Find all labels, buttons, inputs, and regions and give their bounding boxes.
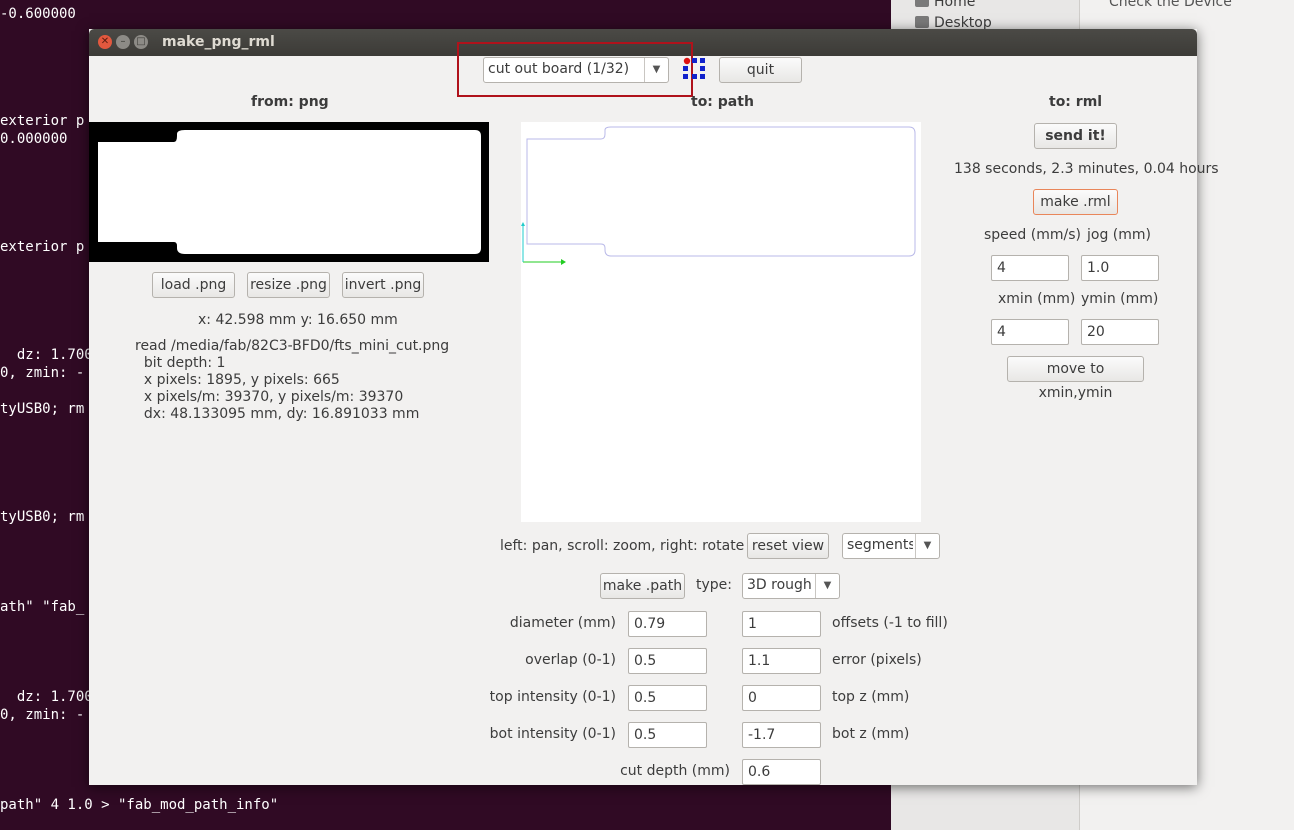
time-estimate: 138 seconds, 2.3 minutes, 0.04 hours — [954, 161, 1219, 177]
app-window: ✕ – □ make_png_rml cut out board (1/32) … — [89, 29, 1219, 785]
png-image — [98, 130, 481, 254]
bot-intensity-label: bot intensity (0-1) — [489, 726, 616, 742]
board-outline — [526, 126, 916, 257]
diameter-label: diameter (mm) — [509, 615, 616, 631]
maximize-icon[interactable]: □ — [134, 35, 148, 49]
chevron-down-icon: ▼ — [815, 574, 839, 598]
chevron-down-icon: ▼ — [644, 58, 668, 82]
terminal-line: 0, zmin: - — [0, 707, 85, 723]
path-type-value: 3D rough — [747, 577, 812, 593]
ymin-label: ymin (mm) — [1081, 291, 1159, 307]
top-z-label: top z (mm) — [832, 689, 910, 705]
jog-input[interactable]: 1.0 — [1081, 255, 1159, 281]
cut-depth-label: cut depth (mm) — [620, 763, 730, 779]
cut-depth-input[interactable]: 0.6 — [742, 759, 821, 785]
toolpath-drawing — [521, 126, 916, 265]
top-intensity-input[interactable]: 0.5 — [628, 685, 707, 711]
terminal-line: tyUSB0; rm — [0, 401, 85, 417]
overlap-label: overlap (0-1) — [525, 652, 616, 668]
terminal-line: path" 4 1.0 > "fab_mod_path_info" — [0, 797, 279, 813]
terminal-line: dz: 1.700 — [0, 689, 93, 705]
bot-intensity-input[interactable]: 0.5 — [628, 722, 707, 748]
window-title: make_png_rml — [162, 34, 275, 50]
png-info-line: x pixels/m: 39370, y pixels/m: 39370 — [135, 389, 404, 405]
png-info-line: read /media/fab/82C3-BFD0/fts_mini_cut.p… — [135, 338, 450, 354]
png-preview — [89, 122, 489, 262]
bot-z-label: bot z (mm) — [832, 726, 910, 742]
invert-png-button[interactable]: invert .png — [342, 272, 424, 298]
process-select-value: cut out board (1/32) — [488, 61, 630, 77]
sidebar-item-home[interactable]: Home — [915, 0, 975, 10]
xmin-label: xmin (mm) — [998, 291, 1076, 307]
terminal-line: -0.600000 — [0, 6, 76, 22]
jog-label: jog (mm) — [1087, 227, 1151, 243]
top-z-input[interactable]: 0 — [742, 685, 821, 711]
quit-button[interactable]: quit — [719, 57, 802, 83]
error-input[interactable]: 1.1 — [742, 648, 821, 674]
send-it-button[interactable]: send it! — [1034, 123, 1117, 149]
speed-label: speed (mm/s) — [984, 227, 1081, 243]
offsets-input[interactable]: 1 — [742, 611, 821, 637]
rml-panel-header: to: rml — [1049, 94, 1103, 110]
error-label: error (pixels) — [832, 652, 922, 668]
type-label: type: — [696, 577, 732, 593]
reset-view-button[interactable]: reset view — [747, 533, 829, 559]
cursor-coordinates: x: 42.598 mm y: 16.650 mm — [198, 312, 398, 328]
resize-png-button[interactable]: resize .png — [247, 272, 330, 298]
x-axis-arrow-icon — [561, 259, 566, 265]
png-info-line: bit depth: 1 — [135, 355, 226, 371]
y-axis-arrow-icon — [521, 222, 525, 226]
ymin-input[interactable]: 20 — [1081, 319, 1159, 345]
png-info-line: x pixels: 1895, y pixels: 665 — [135, 372, 340, 388]
load-png-button[interactable]: load .png — [152, 272, 235, 298]
home-icon — [915, 0, 929, 7]
process-select[interactable]: cut out board (1/32) ▼ — [483, 57, 669, 83]
terminal-line: dz: 1.700 — [0, 347, 93, 363]
path-panel-header: to: path — [691, 94, 754, 110]
display-mode-select[interactable]: segments ▼ — [842, 533, 940, 559]
xmin-input[interactable]: 4 — [991, 319, 1069, 345]
file-manager-text: Check the Device — [1109, 0, 1232, 10]
chevron-down-icon: ▼ — [915, 534, 939, 558]
terminal-line: tyUSB0; rm — [0, 509, 85, 525]
speed-input[interactable]: 4 — [991, 255, 1069, 281]
top-intensity-label: top intensity (0-1) — [489, 689, 616, 705]
terminal-line: exterior p — [0, 239, 85, 255]
minimize-icon[interactable]: – — [116, 35, 130, 49]
terminal-line: 0.000000 — [0, 131, 68, 147]
bot-z-input[interactable]: -1.7 — [742, 722, 821, 748]
make-path-button[interactable]: make .path — [600, 573, 685, 599]
path-type-select[interactable]: 3D rough ▼ — [742, 573, 840, 599]
folder-icon — [915, 16, 929, 28]
make-rml-button[interactable]: make .rml — [1033, 189, 1118, 215]
path-view-canvas[interactable] — [521, 122, 921, 522]
view-help-text: left: pan, scroll: zoom, right: rotate — [500, 538, 745, 554]
png-info-line: dx: 48.133095 mm, dy: 16.891033 mm — [135, 406, 420, 422]
offsets-label: offsets (-1 to fill) — [832, 615, 948, 631]
overlap-input[interactable]: 0.5 — [628, 648, 707, 674]
diameter-input[interactable]: 0.79 — [628, 611, 707, 637]
terminal-line: ath" "fab_ — [0, 599, 85, 615]
move-to-origin-button[interactable]: move to xmin,ymin — [1007, 356, 1144, 401]
close-icon[interactable]: ✕ — [98, 35, 112, 49]
png-panel-header: from: png — [251, 94, 329, 110]
fab-logo-icon — [683, 57, 705, 79]
terminal-line: 0, zmin: - — [0, 365, 85, 381]
display-mode-value: segments — [847, 537, 913, 553]
terminal-line: exterior p — [0, 113, 85, 129]
window-content: cut out board (1/32) ▼ quit from: png to… — [89, 42, 1219, 785]
